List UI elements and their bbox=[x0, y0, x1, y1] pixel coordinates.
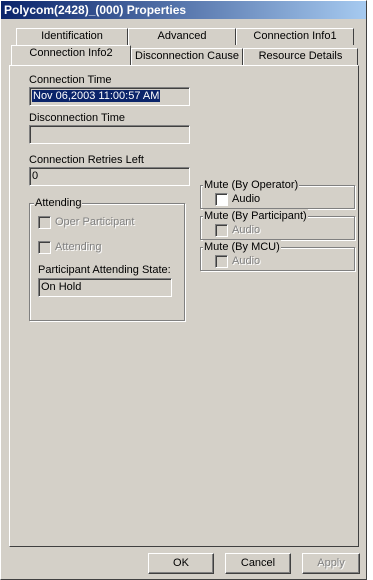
connection-time-value: Nov 06,2003 11:00:57 AM bbox=[32, 90, 161, 102]
disconnection-time-label: Disconnection Time bbox=[29, 112, 125, 124]
title-bar[interactable]: Polycom(2428)_(000) Properties bbox=[1, 1, 366, 19]
mute-participant-audio-checkbox[interactable] bbox=[215, 224, 228, 237]
attending-group: Attending Oper Participant Attending Par… bbox=[29, 196, 185, 321]
mute-mcu-group: Mute (By MCU) Audio bbox=[200, 240, 355, 271]
oper-participant-checkbox-row[interactable]: Oper Participant bbox=[38, 216, 134, 229]
tab-panel: Connection Time Nov 06,2003 11:00:57 AM … bbox=[9, 65, 359, 547]
mute-participant-group: Mute (By Participant) Audio bbox=[200, 209, 355, 240]
tab-resource-details[interactable]: Resource Details bbox=[243, 48, 358, 65]
connection-time-field[interactable]: Nov 06,2003 11:00:57 AM bbox=[29, 87, 190, 106]
ok-button-label: OK bbox=[173, 557, 189, 569]
mute-operator-audio-checkbox[interactable] bbox=[215, 193, 228, 206]
attending-state-label: Participant Attending State: bbox=[38, 264, 171, 276]
disconnection-time-field[interactable] bbox=[29, 125, 190, 144]
attending-checkbox[interactable] bbox=[38, 241, 51, 254]
mute-operator-title: Mute (By Operator) bbox=[203, 178, 300, 192]
mute-operator-group: Mute (By Operator) Audio bbox=[200, 178, 355, 209]
attending-state-field[interactable]: On Hold bbox=[38, 278, 172, 297]
mute-participant-title: Mute (By Participant) bbox=[203, 209, 308, 223]
attending-label: Attending bbox=[55, 241, 102, 253]
mute-operator-audio-label: Audio bbox=[232, 193, 261, 205]
mute-mcu-audio-label: Audio bbox=[232, 255, 261, 267]
mute-participant-audio-label: Audio bbox=[232, 224, 261, 236]
connection-time-label: Connection Time bbox=[29, 74, 112, 86]
oper-participant-checkbox[interactable] bbox=[38, 216, 51, 229]
tab-identification[interactable]: Identification bbox=[16, 28, 128, 45]
cancel-button-label: Cancel bbox=[240, 557, 276, 569]
tab-advanced[interactable]: Advanced bbox=[128, 28, 236, 45]
apply-button[interactable]: Apply bbox=[302, 553, 360, 574]
tab-connection-info1[interactable]: Connection Info1 bbox=[236, 28, 354, 45]
oper-participant-label: Oper Participant bbox=[55, 216, 135, 228]
tab-connection-info2[interactable]: Connection Info2 bbox=[11, 45, 131, 65]
mute-mcu-audio-checkbox[interactable] bbox=[215, 255, 228, 268]
mute-participant-audio-row[interactable]: Audio bbox=[215, 224, 260, 237]
properties-dialog: Polycom(2428)_(000) Properties Identific… bbox=[0, 0, 367, 580]
ok-button[interactable]: OK bbox=[148, 553, 214, 574]
mute-mcu-title: Mute (By MCU) bbox=[203, 240, 281, 254]
connection-retries-label: Connection Retries Left bbox=[29, 154, 144, 166]
mute-mcu-audio-row[interactable]: Audio bbox=[215, 255, 260, 268]
attending-group-title: Attending bbox=[34, 196, 83, 210]
attending-checkbox-row[interactable]: Attending bbox=[38, 241, 101, 254]
connection-retries-field[interactable]: 0 bbox=[29, 167, 190, 186]
tab-disconnection-cause[interactable]: Disconnection Cause bbox=[131, 48, 243, 65]
cancel-button[interactable]: Cancel bbox=[225, 553, 291, 574]
apply-button-label: Apply bbox=[317, 557, 345, 569]
mute-operator-audio-row[interactable]: Audio bbox=[215, 193, 260, 206]
